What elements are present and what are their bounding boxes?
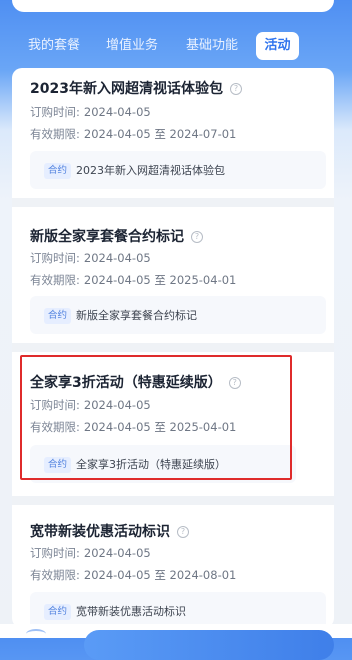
tab-value-added[interactable]: 增值业务: [102, 32, 162, 60]
plan-card[interactable]: 2023年新入网超清视话体验包? 订购时间: 2024-04-05 有效期限: 20…: [12, 78, 334, 208]
tab-basic-functions[interactable]: 基础功能: [182, 32, 242, 60]
contract-name: 新版全家享套餐合约标记: [76, 309, 197, 322]
plan-title: 新版全家享套餐合约标记?: [30, 226, 203, 246]
section-divider: [12, 496, 334, 505]
order-time: 订购时间: 2024-04-05: [30, 398, 151, 412]
tab-my-plan[interactable]: 我的套餐: [24, 32, 84, 60]
contract-box[interactable]: 合约 2023年新入网超清视话体验包: [30, 151, 326, 189]
section-divider: [12, 198, 334, 207]
plan-card-highlighted[interactable]: 全家享3折活动（特惠延续版）? 订购时间: 2024-04-05 有效期限: 202…: [12, 372, 334, 492]
help-icon[interactable]: ?: [191, 231, 203, 243]
tab-activity[interactable]: 活动: [256, 32, 299, 60]
order-time: 订购时间: 2024-04-05: [30, 105, 151, 119]
contract-tag: 合约: [44, 604, 72, 620]
activity-list-panel: 2023年新入网超清视话体验包? 订购时间: 2024-04-05 有效期限: 20…: [12, 68, 334, 628]
contract-tag: 合约: [44, 163, 72, 179]
plan-card[interactable]: 宽带新装优惠活动标识? 订购时间: 2024-04-05 有效期限: 2024-04…: [12, 521, 334, 628]
order-time: 订购时间: 2024-04-05: [30, 546, 151, 560]
top-card-edge: [12, 0, 334, 12]
contract-box[interactable]: 合约 全家享3折活动（特惠延续版）: [30, 445, 296, 483]
contract-name: 2023年新入网超清视话体验包: [76, 164, 225, 177]
order-time: 订购时间: 2024-04-05: [30, 251, 151, 265]
help-icon[interactable]: ?: [177, 526, 189, 538]
valid-period: 有效期限: 2024-04-05 至 2025-04-01: [30, 420, 237, 434]
bottom-action-button[interactable]: [84, 630, 334, 660]
contract-box[interactable]: 合约 新版全家享套餐合约标记: [30, 296, 326, 334]
contract-name: 全家享3折活动（特惠延续版）: [76, 458, 226, 471]
help-icon[interactable]: ?: [229, 83, 242, 95]
plan-card[interactable]: 新版全家享套餐合约标记? 订购时间: 2024-04-05 有效期限: 2024-0…: [12, 226, 334, 356]
tab-bar: 我的套餐 增值业务 基础功能 活动: [0, 32, 352, 60]
help-icon[interactable]: ?: [228, 377, 241, 389]
contract-tag: 合约: [44, 457, 72, 473]
valid-period: 有效期限: 2024-04-05 至 2025-04-01: [30, 273, 237, 287]
contract-box[interactable]: 合约 宽带新装优惠活动标识: [30, 592, 326, 628]
section-divider: [12, 343, 334, 352]
valid-period: 有效期限: 2024-04-05 至 2024-08-01: [30, 568, 237, 582]
plan-title: 2023年新入网超清视话体验包?: [30, 78, 242, 98]
plan-title: 全家享3折活动（特惠延续版）?: [30, 372, 241, 392]
plan-title: 宽带新装优惠活动标识?: [30, 521, 189, 541]
valid-period: 有效期限: 2024-04-05 至 2024-07-01: [30, 127, 237, 141]
contract-tag: 合约: [44, 308, 72, 324]
contract-name: 宽带新装优惠活动标识: [76, 605, 186, 618]
